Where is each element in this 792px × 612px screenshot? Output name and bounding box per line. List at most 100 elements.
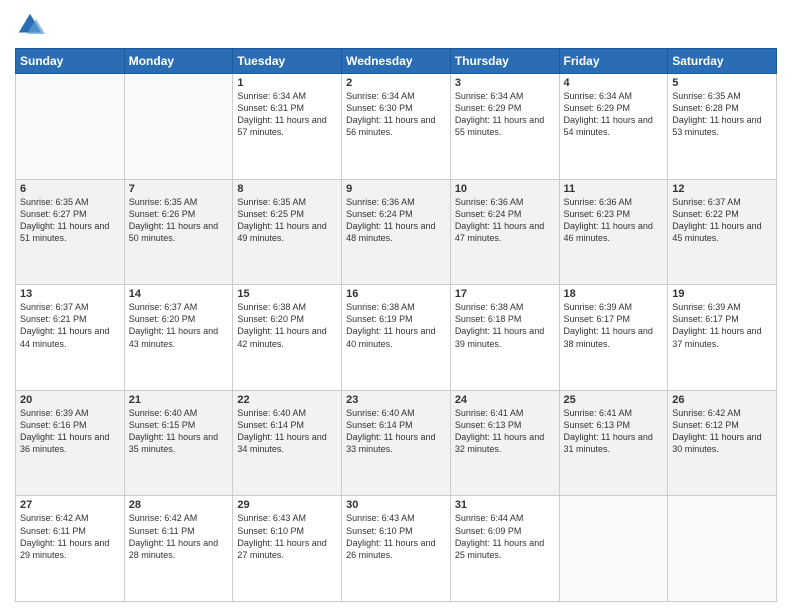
cell-content: Sunrise: 6:35 AM Sunset: 6:26 PM Dayligh…	[129, 196, 229, 245]
weekday-header: Tuesday	[233, 49, 342, 74]
calendar-cell: 10Sunrise: 6:36 AM Sunset: 6:24 PM Dayli…	[450, 179, 559, 285]
day-number: 21	[129, 394, 229, 406]
cell-content: Sunrise: 6:37 AM Sunset: 6:22 PM Dayligh…	[672, 196, 772, 245]
header	[15, 10, 777, 40]
calendar-cell: 24Sunrise: 6:41 AM Sunset: 6:13 PM Dayli…	[450, 390, 559, 496]
day-number: 2	[346, 77, 446, 89]
calendar-cell: 13Sunrise: 6:37 AM Sunset: 6:21 PM Dayli…	[16, 285, 125, 391]
cell-content: Sunrise: 6:40 AM Sunset: 6:14 PM Dayligh…	[237, 407, 337, 456]
calendar-cell	[668, 496, 777, 602]
calendar-cell: 7Sunrise: 6:35 AM Sunset: 6:26 PM Daylig…	[124, 179, 233, 285]
cell-content: Sunrise: 6:36 AM Sunset: 6:24 PM Dayligh…	[346, 196, 446, 245]
day-number: 4	[564, 77, 664, 89]
cell-content: Sunrise: 6:36 AM Sunset: 6:23 PM Dayligh…	[564, 196, 664, 245]
cell-content: Sunrise: 6:36 AM Sunset: 6:24 PM Dayligh…	[455, 196, 555, 245]
calendar-cell	[16, 74, 125, 180]
day-number: 30	[346, 499, 446, 511]
cell-content: Sunrise: 6:34 AM Sunset: 6:31 PM Dayligh…	[237, 90, 337, 139]
calendar-cell: 23Sunrise: 6:40 AM Sunset: 6:14 PM Dayli…	[342, 390, 451, 496]
calendar-cell: 28Sunrise: 6:42 AM Sunset: 6:11 PM Dayli…	[124, 496, 233, 602]
day-number: 29	[237, 499, 337, 511]
calendar-week-row: 1Sunrise: 6:34 AM Sunset: 6:31 PM Daylig…	[16, 74, 777, 180]
calendar-cell: 2Sunrise: 6:34 AM Sunset: 6:30 PM Daylig…	[342, 74, 451, 180]
day-number: 26	[672, 394, 772, 406]
calendar-cell: 26Sunrise: 6:42 AM Sunset: 6:12 PM Dayli…	[668, 390, 777, 496]
calendar-cell: 30Sunrise: 6:43 AM Sunset: 6:10 PM Dayli…	[342, 496, 451, 602]
cell-content: Sunrise: 6:34 AM Sunset: 6:29 PM Dayligh…	[455, 90, 555, 139]
day-number: 9	[346, 183, 446, 195]
calendar-cell: 31Sunrise: 6:44 AM Sunset: 6:09 PM Dayli…	[450, 496, 559, 602]
calendar-cell	[124, 74, 233, 180]
day-number: 20	[20, 394, 120, 406]
day-number: 16	[346, 288, 446, 300]
calendar-cell: 21Sunrise: 6:40 AM Sunset: 6:15 PM Dayli…	[124, 390, 233, 496]
weekday-header: Sunday	[16, 49, 125, 74]
calendar-cell: 8Sunrise: 6:35 AM Sunset: 6:25 PM Daylig…	[233, 179, 342, 285]
calendar-cell: 16Sunrise: 6:38 AM Sunset: 6:19 PM Dayli…	[342, 285, 451, 391]
logo-icon	[15, 10, 45, 40]
cell-content: Sunrise: 6:37 AM Sunset: 6:20 PM Dayligh…	[129, 301, 229, 350]
calendar-cell: 1Sunrise: 6:34 AM Sunset: 6:31 PM Daylig…	[233, 74, 342, 180]
weekday-header: Thursday	[450, 49, 559, 74]
cell-content: Sunrise: 6:41 AM Sunset: 6:13 PM Dayligh…	[564, 407, 664, 456]
page: SundayMondayTuesdayWednesdayThursdayFrid…	[0, 0, 792, 612]
calendar-week-row: 20Sunrise: 6:39 AM Sunset: 6:16 PM Dayli…	[16, 390, 777, 496]
cell-content: Sunrise: 6:42 AM Sunset: 6:11 PM Dayligh…	[20, 512, 120, 561]
cell-content: Sunrise: 6:37 AM Sunset: 6:21 PM Dayligh…	[20, 301, 120, 350]
cell-content: Sunrise: 6:43 AM Sunset: 6:10 PM Dayligh…	[346, 512, 446, 561]
calendar-week-row: 27Sunrise: 6:42 AM Sunset: 6:11 PM Dayli…	[16, 496, 777, 602]
cell-content: Sunrise: 6:39 AM Sunset: 6:17 PM Dayligh…	[564, 301, 664, 350]
day-number: 23	[346, 394, 446, 406]
day-number: 19	[672, 288, 772, 300]
cell-content: Sunrise: 6:39 AM Sunset: 6:17 PM Dayligh…	[672, 301, 772, 350]
calendar-table: SundayMondayTuesdayWednesdayThursdayFrid…	[15, 48, 777, 602]
calendar-cell: 22Sunrise: 6:40 AM Sunset: 6:14 PM Dayli…	[233, 390, 342, 496]
calendar-cell: 25Sunrise: 6:41 AM Sunset: 6:13 PM Dayli…	[559, 390, 668, 496]
calendar-cell	[559, 496, 668, 602]
calendar-cell: 19Sunrise: 6:39 AM Sunset: 6:17 PM Dayli…	[668, 285, 777, 391]
day-number: 15	[237, 288, 337, 300]
cell-content: Sunrise: 6:35 AM Sunset: 6:27 PM Dayligh…	[20, 196, 120, 245]
logo	[15, 10, 49, 40]
calendar-cell: 14Sunrise: 6:37 AM Sunset: 6:20 PM Dayli…	[124, 285, 233, 391]
calendar-cell: 15Sunrise: 6:38 AM Sunset: 6:20 PM Dayli…	[233, 285, 342, 391]
cell-content: Sunrise: 6:42 AM Sunset: 6:12 PM Dayligh…	[672, 407, 772, 456]
cell-content: Sunrise: 6:43 AM Sunset: 6:10 PM Dayligh…	[237, 512, 337, 561]
day-number: 14	[129, 288, 229, 300]
calendar-cell: 18Sunrise: 6:39 AM Sunset: 6:17 PM Dayli…	[559, 285, 668, 391]
day-number: 31	[455, 499, 555, 511]
day-number: 27	[20, 499, 120, 511]
calendar-cell: 5Sunrise: 6:35 AM Sunset: 6:28 PM Daylig…	[668, 74, 777, 180]
calendar-cell: 17Sunrise: 6:38 AM Sunset: 6:18 PM Dayli…	[450, 285, 559, 391]
cell-content: Sunrise: 6:34 AM Sunset: 6:29 PM Dayligh…	[564, 90, 664, 139]
cell-content: Sunrise: 6:35 AM Sunset: 6:28 PM Dayligh…	[672, 90, 772, 139]
weekday-header: Wednesday	[342, 49, 451, 74]
calendar-cell: 27Sunrise: 6:42 AM Sunset: 6:11 PM Dayli…	[16, 496, 125, 602]
calendar-header-row: SundayMondayTuesdayWednesdayThursdayFrid…	[16, 49, 777, 74]
calendar-cell: 6Sunrise: 6:35 AM Sunset: 6:27 PM Daylig…	[16, 179, 125, 285]
calendar-cell: 29Sunrise: 6:43 AM Sunset: 6:10 PM Dayli…	[233, 496, 342, 602]
cell-content: Sunrise: 6:40 AM Sunset: 6:15 PM Dayligh…	[129, 407, 229, 456]
cell-content: Sunrise: 6:38 AM Sunset: 6:19 PM Dayligh…	[346, 301, 446, 350]
day-number: 22	[237, 394, 337, 406]
day-number: 5	[672, 77, 772, 89]
day-number: 10	[455, 183, 555, 195]
calendar-cell: 4Sunrise: 6:34 AM Sunset: 6:29 PM Daylig…	[559, 74, 668, 180]
day-number: 18	[564, 288, 664, 300]
cell-content: Sunrise: 6:34 AM Sunset: 6:30 PM Dayligh…	[346, 90, 446, 139]
day-number: 11	[564, 183, 664, 195]
cell-content: Sunrise: 6:44 AM Sunset: 6:09 PM Dayligh…	[455, 512, 555, 561]
day-number: 1	[237, 77, 337, 89]
cell-content: Sunrise: 6:39 AM Sunset: 6:16 PM Dayligh…	[20, 407, 120, 456]
day-number: 6	[20, 183, 120, 195]
calendar-cell: 3Sunrise: 6:34 AM Sunset: 6:29 PM Daylig…	[450, 74, 559, 180]
day-number: 24	[455, 394, 555, 406]
day-number: 7	[129, 183, 229, 195]
cell-content: Sunrise: 6:41 AM Sunset: 6:13 PM Dayligh…	[455, 407, 555, 456]
weekday-header: Saturday	[668, 49, 777, 74]
calendar-cell: 12Sunrise: 6:37 AM Sunset: 6:22 PM Dayli…	[668, 179, 777, 285]
calendar-week-row: 13Sunrise: 6:37 AM Sunset: 6:21 PM Dayli…	[16, 285, 777, 391]
cell-content: Sunrise: 6:42 AM Sunset: 6:11 PM Dayligh…	[129, 512, 229, 561]
cell-content: Sunrise: 6:40 AM Sunset: 6:14 PM Dayligh…	[346, 407, 446, 456]
day-number: 3	[455, 77, 555, 89]
